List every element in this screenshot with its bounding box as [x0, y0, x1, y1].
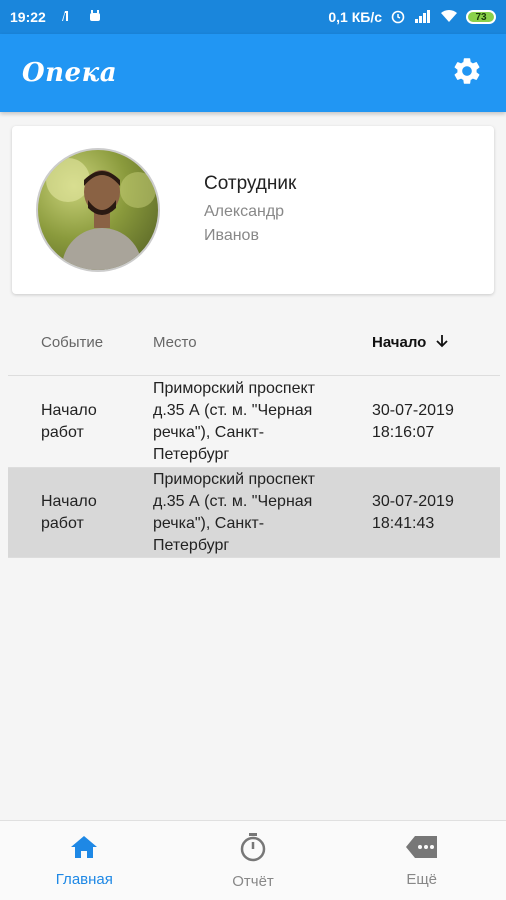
- alarm-icon: [390, 8, 406, 27]
- status-bar: 19:22 0,1 КБ/с 73: [0, 0, 506, 34]
- nav-report-label: Отчёт: [232, 872, 274, 890]
- start-time: 18:16:07: [372, 423, 435, 441]
- event-text: работ: [41, 514, 84, 532]
- table-header: Событие Место Начало: [8, 310, 500, 376]
- table-row[interactable]: Начало работ Приморский проспект д.35 А …: [8, 468, 500, 558]
- arrow-down-icon: [434, 333, 450, 353]
- wifi-icon: [440, 9, 458, 26]
- nav-home[interactable]: Главная: [0, 821, 169, 900]
- settings-button[interactable]: [450, 56, 484, 90]
- header-start-label: Начало: [372, 334, 427, 351]
- more-tag-icon: [405, 834, 439, 865]
- place-text: речка"), Санкт-: [153, 514, 265, 532]
- place-text: Петербург: [153, 445, 230, 463]
- header-start[interactable]: Начало: [372, 333, 500, 353]
- android-icon: [88, 9, 102, 26]
- start-date: 30-07-2019: [372, 492, 454, 510]
- place-text: Приморский проспект: [153, 379, 315, 397]
- place-text: Приморский проспект: [153, 470, 315, 488]
- events-table: Событие Место Начало Начало работ Примор…: [8, 310, 500, 558]
- nav-report[interactable]: Отчёт: [169, 821, 338, 900]
- place-text: д.35 А (ст. м. "Черная: [153, 401, 313, 419]
- gear-icon: [451, 55, 483, 92]
- row-event: Начало работ: [8, 491, 153, 535]
- table-row[interactable]: Начало работ Приморский проспект д.35 А …: [8, 376, 500, 468]
- status-time: 19:22: [10, 9, 46, 25]
- notification-icon: [60, 9, 74, 26]
- home-icon: [69, 834, 99, 865]
- employee-last-name: Иванов: [204, 227, 259, 244]
- app-title: Опека: [22, 58, 118, 88]
- bottom-navigation: Главная Отчёт Ещё: [0, 820, 506, 900]
- event-text: Начало: [41, 401, 97, 419]
- nav-more-label: Ещё: [406, 870, 438, 888]
- network-speed: 0,1 КБ/с: [328, 9, 382, 25]
- signal-icon: [414, 9, 432, 26]
- start-date: 30-07-2019: [372, 401, 454, 419]
- battery-indicator: 73: [466, 10, 496, 24]
- header-place[interactable]: Место: [153, 334, 372, 351]
- place-text: речка"), Санкт-: [153, 423, 265, 441]
- row-event: Начало работ: [8, 400, 153, 444]
- row-place: Приморский проспект д.35 А (ст. м. "Черн…: [153, 469, 372, 557]
- employee-first-name: Александр: [204, 203, 285, 220]
- place-text: д.35 А (ст. м. "Черная: [153, 492, 313, 510]
- header-event[interactable]: Событие: [8, 334, 153, 351]
- nav-more[interactable]: Ещё: [337, 821, 506, 900]
- row-place: Приморский проспект д.35 А (ст. м. "Черн…: [153, 378, 372, 466]
- profile-card: Сотрудник Александр Иванов: [12, 126, 494, 294]
- row-start: 30-07-2019 18:41:43: [372, 491, 500, 535]
- nav-home-label: Главная: [55, 870, 113, 888]
- avatar: [36, 148, 160, 272]
- stopwatch-icon: [239, 832, 267, 867]
- employee-role: Сотрудник: [204, 173, 297, 194]
- place-text: Петербург: [153, 536, 230, 554]
- row-start: 30-07-2019 18:16:07: [372, 400, 500, 444]
- start-time: 18:41:43: [372, 514, 435, 532]
- event-text: работ: [41, 423, 84, 441]
- event-text: Начало: [41, 492, 97, 510]
- app-bar: Опека: [0, 34, 506, 112]
